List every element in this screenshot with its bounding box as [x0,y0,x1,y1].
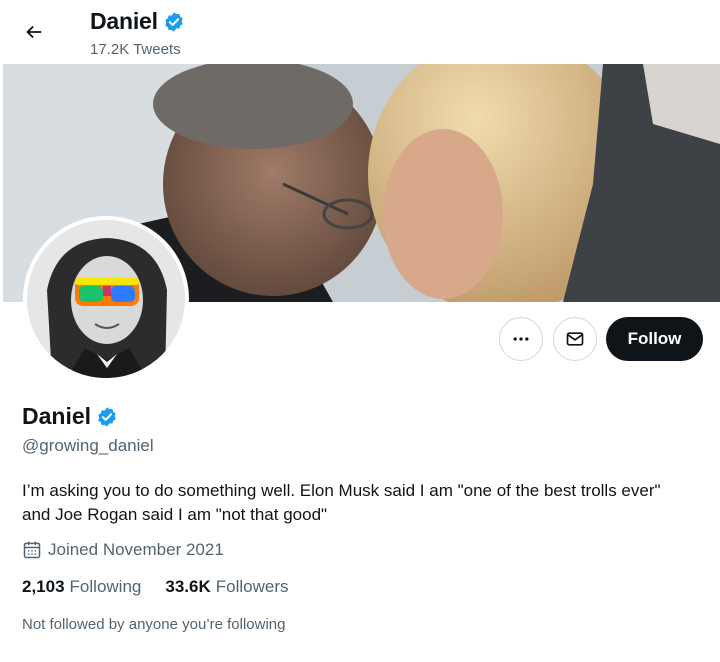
back-button[interactable] [16,14,52,50]
profile-name: Daniel [22,403,92,429]
top-bar: Daniel 17.2K Tweets [0,0,720,64]
tweet-count: 17.2K Tweets [90,41,181,58]
message-button[interactable] [553,317,597,361]
followers-label: Followers [215,577,289,596]
header-name: Daniel [90,8,158,34]
more-options-button[interactable] [499,317,543,361]
avatar-image [27,220,185,378]
avatar[interactable] [23,216,189,382]
calendar-icon [23,541,41,559]
joined-text: Joined November 2021 [48,540,224,559]
not-followed-notice: Not followed by anyone you’re following [22,616,286,633]
followers-link[interactable]: 33.6K Followers [165,577,288,597]
profile-handle: @growing_daniel [22,436,154,455]
verified-badge-icon[interactable] [96,406,118,428]
arrow-left-icon [26,25,42,39]
ellipsis-icon [513,337,529,341]
avatar-photo [27,220,185,378]
followers-count: 33.6K [165,577,211,596]
profile-bio: I’m asking you to do something well. Elo… [22,479,702,527]
bio-line: and Joe Rogan said I am "not that good" [22,505,328,524]
verified-badge-icon [165,11,183,32]
following-label: Following [69,577,142,596]
header-title: Daniel [90,8,185,35]
profile-name-row: Daniel [22,403,118,430]
follow-stats: 2,103 Following 33.6K Followers [22,577,288,597]
envelope-icon [566,332,584,346]
following-link[interactable]: 2,103 Following [22,577,141,597]
follow-button[interactable]: Follow [606,317,703,361]
bio-line: I’m asking you to do something well. Elo… [22,481,661,500]
following-count: 2,103 [22,577,65,596]
joined-date: Joined November 2021 [22,540,224,560]
